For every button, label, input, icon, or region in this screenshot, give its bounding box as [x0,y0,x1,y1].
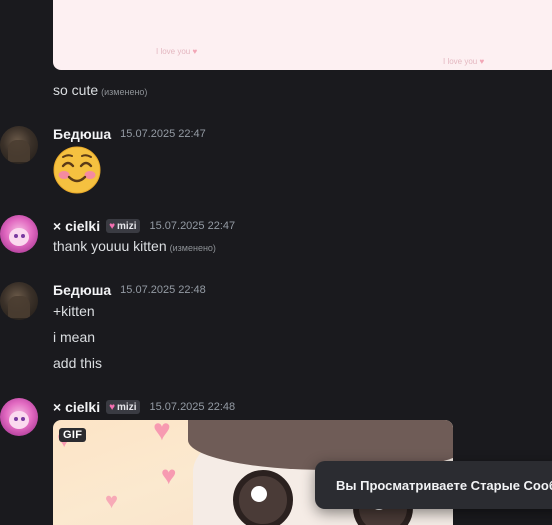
message-header: × cielki ♥ mizi 15.07.2025 22:47 [53,218,235,234]
message-list[interactable]: I love you ♥ I love you ♥ so cute (измене… [0,0,552,525]
gif-badge: GIF [59,428,87,442]
viewing-older-messages-toast[interactable]: Вы Просматриваете Старые Сообщения [315,461,552,509]
message-text[interactable]: so cute (изменено) [53,82,147,98]
username[interactable]: × cielki [53,218,100,234]
edited-label: (изменено) [101,87,148,97]
smiling-face-with-smiling-eyes-icon[interactable] [53,146,101,194]
avatar[interactable] [0,282,38,320]
message-text[interactable]: add this [53,355,102,371]
message-header: × cielki ♥ mizi 15.07.2025 22:48 [53,399,235,415]
gif-character-eye [233,470,293,525]
guild-tag[interactable]: ♥ mizi [106,219,141,233]
message-header: Бедюша 15.07.2025 22:48 [53,282,206,298]
timestamp[interactable]: 15.07.2025 22:47 [120,128,206,140]
avatar[interactable] [0,215,38,253]
username[interactable]: Бедюша [53,282,111,298]
heart-icon: ♥ [105,488,119,513]
timestamp[interactable]: 15.07.2025 22:47 [149,220,235,232]
message-text[interactable]: +kitten [53,303,95,319]
avatar[interactable] [0,398,38,436]
timestamp[interactable]: 15.07.2025 22:48 [149,401,235,413]
heart-icon: ♥ [161,460,177,490]
message-text[interactable]: i mean [53,329,95,345]
embed-watermark: I love you ♥ [156,47,198,56]
heart-icon: ♥ [109,220,116,232]
message-header: Бедюша 15.07.2025 22:47 [53,126,206,142]
username[interactable]: Бедюша [53,126,111,142]
embed-watermark: I love you ♥ [443,57,485,66]
avatar[interactable] [0,126,38,164]
message-text[interactable]: thank youuu kitten (изменено) [53,238,216,254]
heart-icon: ♥ [153,420,171,447]
guild-tag[interactable]: ♥ mizi [106,400,141,414]
previous-image-embed[interactable]: I love you ♥ I love you ♥ [53,0,552,70]
username[interactable]: × cielki [53,399,100,415]
timestamp[interactable]: 15.07.2025 22:48 [120,284,206,296]
heart-icon: ♥ [109,401,116,413]
edited-label: (изменено) [169,243,216,253]
